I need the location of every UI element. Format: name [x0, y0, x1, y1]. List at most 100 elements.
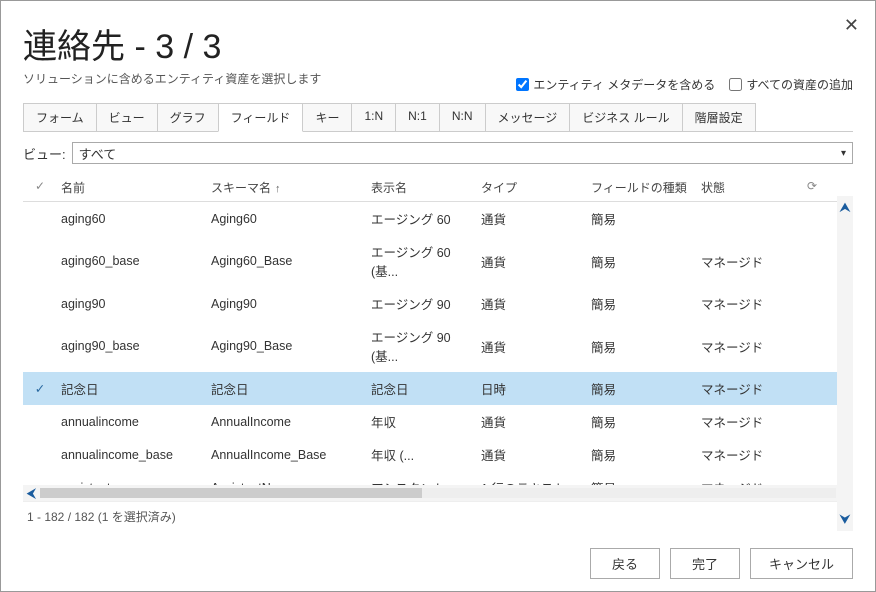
cell-display: アシスタント: [371, 478, 481, 485]
scroll-down-icon[interactable]: ⮟: [840, 512, 850, 527]
cell-schema: AnnualIncome_Base: [211, 448, 371, 462]
cell-type: 通貨: [481, 445, 591, 464]
table-row[interactable]: annualincome_baseAnnualIncome_Base年収 (..…: [23, 438, 853, 471]
table-row[interactable]: 記念日記念日記念日日時簡易マネージド: [23, 372, 853, 405]
cell-name: aging60_base: [57, 254, 211, 268]
view-selected-value: すべて: [79, 144, 117, 163]
scroll-thumb[interactable]: [40, 488, 422, 498]
table-row[interactable]: aging60Aging60エージング 60通貨簡易: [23, 202, 853, 235]
table-row[interactable]: aging60_baseAging60_Baseエージング 60 (基...通貨…: [23, 235, 853, 287]
cell-fieldtype: 簡易: [591, 337, 701, 356]
column-header-state[interactable]: 状態: [701, 179, 801, 196]
column-header-type[interactable]: タイプ: [481, 179, 591, 196]
cell-fieldtype: 簡易: [591, 445, 701, 464]
cell-type: 通貨: [481, 209, 591, 228]
table-header-row: 名前 スキーマ名↑ 表示名 タイプ フィールドの種類 状態 ⟳: [23, 174, 853, 202]
tab-6[interactable]: N:1: [395, 103, 440, 131]
cell-name: 記念日: [57, 379, 211, 398]
column-header-fieldtype[interactable]: フィールドの種類: [591, 179, 701, 196]
tab-5[interactable]: 1:N: [351, 103, 396, 131]
cell-schema: Aging60: [211, 212, 371, 226]
tab-7[interactable]: N:N: [439, 103, 486, 131]
include-metadata-checkbox[interactable]: エンティティ メタデータを含める: [516, 76, 715, 93]
cell-name: assistantname: [57, 481, 211, 486]
cell-type: 通貨: [481, 337, 591, 356]
refresh-icon[interactable]: ⟳: [801, 179, 823, 196]
tab-8[interactable]: メッセージ: [485, 103, 571, 131]
table-row[interactable]: aging90Aging90エージング 90通貨簡易マネージド: [23, 287, 853, 320]
cell-name: aging90_base: [57, 339, 211, 353]
vertical-scrollbar[interactable]: ⮝ ⮟: [837, 196, 853, 531]
page-subtitle: ソリューションに含めるエンティティ資産を選択します: [23, 70, 321, 87]
cell-type: 1 行のテキスト: [481, 478, 591, 485]
cell-name: annualincome: [57, 415, 211, 429]
tab-3[interactable]: フィールド: [218, 103, 304, 132]
cell-fieldtype: 簡易: [591, 379, 701, 398]
cell-type: 通貨: [481, 294, 591, 313]
view-dropdown[interactable]: すべて ▾: [72, 142, 853, 164]
cell-schema: 記念日: [211, 379, 371, 398]
tab-2[interactable]: グラフ: [157, 103, 219, 131]
add-all-assets-input[interactable]: [729, 78, 742, 91]
row-checkbox[interactable]: [23, 381, 57, 396]
sort-asc-icon: ↑: [275, 183, 281, 195]
scroll-up-icon[interactable]: ⮝: [840, 200, 850, 215]
table-row[interactable]: assistantnameAssistantNameアシスタント1 行のテキスト…: [23, 471, 853, 485]
tab-10[interactable]: 階層設定: [682, 103, 756, 131]
cell-schema: AssistantName: [211, 481, 371, 486]
cell-name: aging90: [57, 297, 211, 311]
page-title: 連絡先 - 3 / 3: [23, 19, 321, 68]
cell-state: マネージド: [701, 252, 801, 271]
tabs-bar: フォームビューグラフフィールドキー1:NN:1N:Nメッセージビジネス ルール階…: [23, 103, 853, 132]
cell-display: エージング 90: [371, 294, 481, 313]
chevron-down-icon: ▾: [841, 148, 846, 159]
cell-type: 通貨: [481, 252, 591, 271]
select-all-checkbox[interactable]: [23, 179, 57, 196]
table-row[interactable]: annualincomeAnnualIncome年収通貨簡易マネージド: [23, 405, 853, 438]
cell-name: aging60: [57, 212, 211, 226]
table-row[interactable]: aging90_baseAging90_Baseエージング 90 (基...通貨…: [23, 320, 853, 372]
complete-button[interactable]: 完了: [670, 548, 740, 579]
include-metadata-input[interactable]: [516, 78, 529, 91]
tab-1[interactable]: ビュー: [96, 103, 158, 131]
cell-display: エージング 90 (基...: [371, 327, 481, 365]
tab-0[interactable]: フォーム: [23, 103, 97, 131]
add-all-assets-label: すべての資産の追加: [746, 76, 853, 93]
cell-state: マネージド: [701, 412, 801, 431]
cell-display: エージング 60: [371, 209, 481, 228]
tab-9[interactable]: ビジネス ルール: [569, 103, 682, 131]
view-label: ビュー:: [23, 144, 66, 163]
cell-state: マネージド: [701, 478, 801, 485]
cell-schema: Aging60_Base: [211, 254, 371, 268]
cell-fieldtype: 簡易: [591, 294, 701, 313]
table-body: aging60Aging60エージング 60通貨簡易aging60_baseAg…: [23, 202, 853, 485]
status-text: 1 - 182 / 182 (1 を選択済み): [23, 501, 853, 531]
close-icon[interactable]: ✕: [844, 15, 859, 36]
cell-state: マネージド: [701, 294, 801, 313]
cell-state: マネージド: [701, 445, 801, 464]
tab-4[interactable]: キー: [302, 103, 352, 131]
cell-fieldtype: 簡易: [591, 412, 701, 431]
cell-fieldtype: 簡易: [591, 478, 701, 485]
cell-state: マネージド: [701, 379, 801, 398]
back-button[interactable]: 戻る: [590, 548, 660, 579]
cell-display: 年収: [371, 412, 481, 431]
scroll-track[interactable]: [40, 488, 837, 498]
cancel-button[interactable]: キャンセル: [750, 548, 853, 579]
horizontal-scrollbar[interactable]: ⮜ ⮞: [23, 485, 853, 501]
cell-type: 通貨: [481, 412, 591, 431]
column-header-name[interactable]: 名前: [57, 179, 211, 196]
cell-schema: AnnualIncome: [211, 415, 371, 429]
scroll-left-icon[interactable]: ⮜: [27, 486, 36, 501]
cell-fieldtype: 簡易: [591, 252, 701, 271]
cell-type: 日時: [481, 379, 591, 398]
cell-display: 年収 (...: [371, 445, 481, 464]
column-header-display[interactable]: 表示名: [371, 179, 481, 196]
cell-schema: Aging90: [211, 297, 371, 311]
include-metadata-label: エンティティ メタデータを含める: [533, 76, 715, 93]
add-all-assets-checkbox[interactable]: すべての資産の追加: [729, 76, 853, 93]
cell-state: マネージド: [701, 337, 801, 356]
cell-fieldtype: 簡易: [591, 209, 701, 228]
cell-display: エージング 60 (基...: [371, 242, 481, 280]
column-header-schema[interactable]: スキーマ名↑: [211, 179, 371, 196]
